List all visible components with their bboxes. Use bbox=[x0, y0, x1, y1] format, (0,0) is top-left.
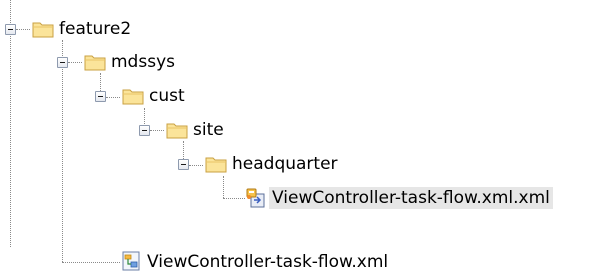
task-flow-customization-file-icon bbox=[246, 188, 265, 208]
tree-connector bbox=[16, 29, 30, 30]
tree-node-label: headquarter bbox=[232, 154, 338, 174]
collapse-toggle[interactable] bbox=[139, 125, 150, 136]
tree-node-label: feature2 bbox=[59, 19, 132, 39]
tree-connector bbox=[10, 0, 11, 247]
collapse-toggle[interactable] bbox=[178, 159, 189, 170]
collapse-toggle[interactable] bbox=[5, 24, 16, 35]
tree-connector bbox=[62, 40, 63, 262]
tree-node-label: ViewController-task-flow.xml.xml bbox=[269, 187, 553, 209]
tree-node-label: cust bbox=[149, 86, 185, 106]
tree-connector bbox=[223, 198, 245, 199]
folder-icon bbox=[84, 55, 106, 71]
tree-connector bbox=[189, 165, 203, 166]
folder-icon bbox=[166, 123, 188, 139]
task-flow-file-icon bbox=[122, 251, 140, 271]
collapse-toggle[interactable] bbox=[57, 57, 68, 68]
tree-connector bbox=[223, 176, 224, 198]
folder-icon bbox=[122, 89, 144, 105]
tree-connector bbox=[62, 262, 120, 263]
folder-icon bbox=[205, 157, 227, 173]
tree-node-label: mdssys bbox=[111, 52, 175, 72]
tree-node-label: ViewController-task-flow.xml bbox=[147, 252, 389, 272]
tree-connector bbox=[106, 97, 120, 98]
tree-connector bbox=[68, 62, 82, 63]
collapse-toggle[interactable] bbox=[95, 91, 106, 102]
tree-connector bbox=[150, 130, 164, 131]
folder-icon bbox=[32, 22, 54, 38]
tree-node-label: site bbox=[193, 120, 224, 140]
